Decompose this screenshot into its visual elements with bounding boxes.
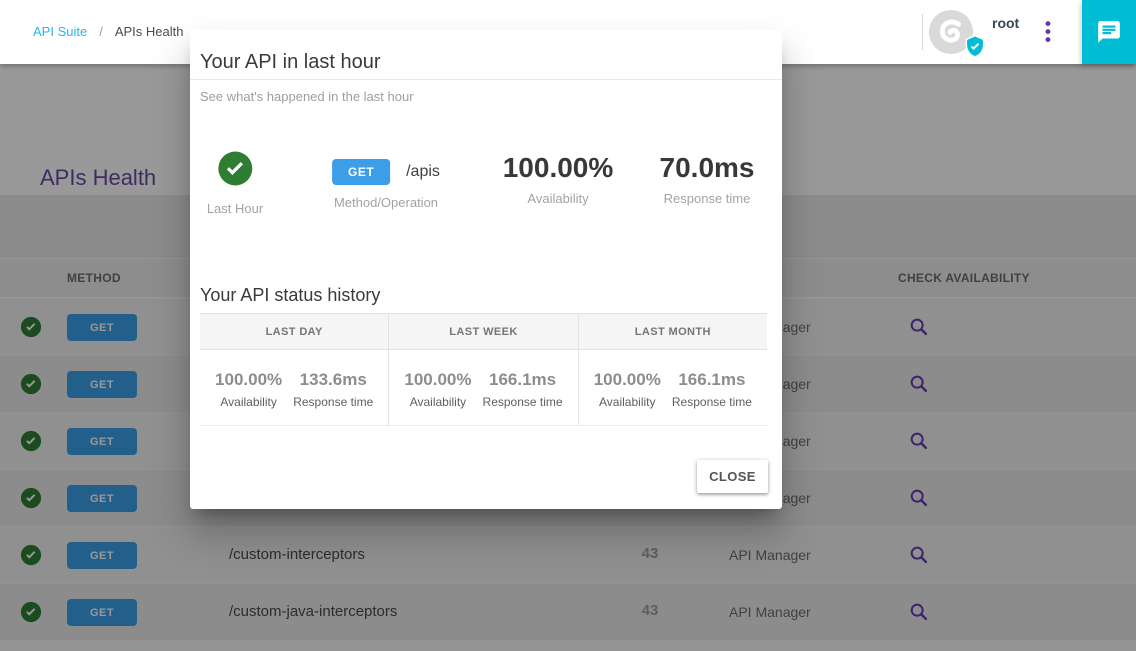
chat-icon [1096, 19, 1122, 45]
last-hour-status: Last Hour [207, 150, 263, 216]
verified-shield-icon [962, 34, 988, 60]
column-header-last-month: LAST MONTH [579, 314, 767, 349]
breadcrumb: API Suite / APIs Health [33, 24, 183, 39]
dialog-title: Your API in last hour [200, 51, 381, 74]
response-time-label: Response time [672, 395, 752, 409]
response-time-stat: 70.0ms Response time [660, 152, 755, 206]
breadcrumb-link-api-suite[interactable]: API Suite [33, 24, 87, 39]
history-header-row: LAST DAY LAST WEEK LAST MONTH [200, 313, 767, 350]
last-day-availability: 100.00% [215, 370, 282, 390]
method-operation-label: Method/Operation [332, 195, 440, 210]
last-month-response: 166.1ms [672, 370, 752, 390]
column-header-last-day: LAST DAY [200, 314, 389, 349]
dialog-subtitle: See what's happened in the last hour [200, 89, 414, 104]
last-week-availability: 100.00% [404, 370, 471, 390]
dialog-title-divider [190, 79, 782, 80]
last-week-response: 166.1ms [483, 370, 563, 390]
operation-path: /apis [406, 163, 440, 181]
availability-label: Availability [215, 395, 282, 409]
method-operation-stat: GET /apis Method/Operation [332, 159, 440, 210]
history-body-row: 100.00% Availability 133.6ms Response ti… [200, 350, 767, 426]
status-history-heading: Your API status history [200, 285, 380, 306]
availability-label: Availability [503, 191, 614, 206]
last-day-cell: 100.00% Availability 133.6ms Response ti… [200, 350, 389, 425]
last-month-cell: 100.00% Availability 166.1ms Response ti… [579, 350, 767, 425]
chat-button[interactable] [1082, 0, 1136, 64]
last-week-cell: 100.00% Availability 166.1ms Response ti… [389, 350, 578, 425]
close-button[interactable]: CLOSE [697, 460, 768, 493]
last-hour-label: Last Hour [207, 201, 263, 216]
status-ok-icon [217, 150, 254, 187]
response-time-value: 70.0ms [660, 152, 755, 184]
user-name: root [992, 15, 1019, 31]
availability-label: Availability [594, 395, 661, 409]
api-last-hour-dialog: Your API in last hour See what's happene… [190, 30, 782, 509]
method-chip[interactable]: GET [332, 159, 390, 185]
breadcrumb-current-apis-health: APIs Health [115, 24, 184, 39]
last-month-availability: 100.00% [594, 370, 661, 390]
breadcrumb-separator: / [99, 24, 103, 39]
availability-label: Availability [404, 395, 471, 409]
availability-stat: 100.00% Availability [503, 152, 614, 206]
more-options-icon[interactable]: ••• [1038, 20, 1058, 46]
status-history-table: LAST DAY LAST WEEK LAST MONTH 100.00% Av… [200, 313, 767, 426]
response-time-label: Response time [483, 395, 563, 409]
topbar-divider [922, 14, 923, 50]
availability-value: 100.00% [503, 152, 614, 184]
last-day-response: 133.6ms [293, 370, 373, 390]
response-time-label: Response time [293, 395, 373, 409]
response-time-label: Response time [660, 191, 755, 206]
column-header-last-week: LAST WEEK [389, 314, 578, 349]
